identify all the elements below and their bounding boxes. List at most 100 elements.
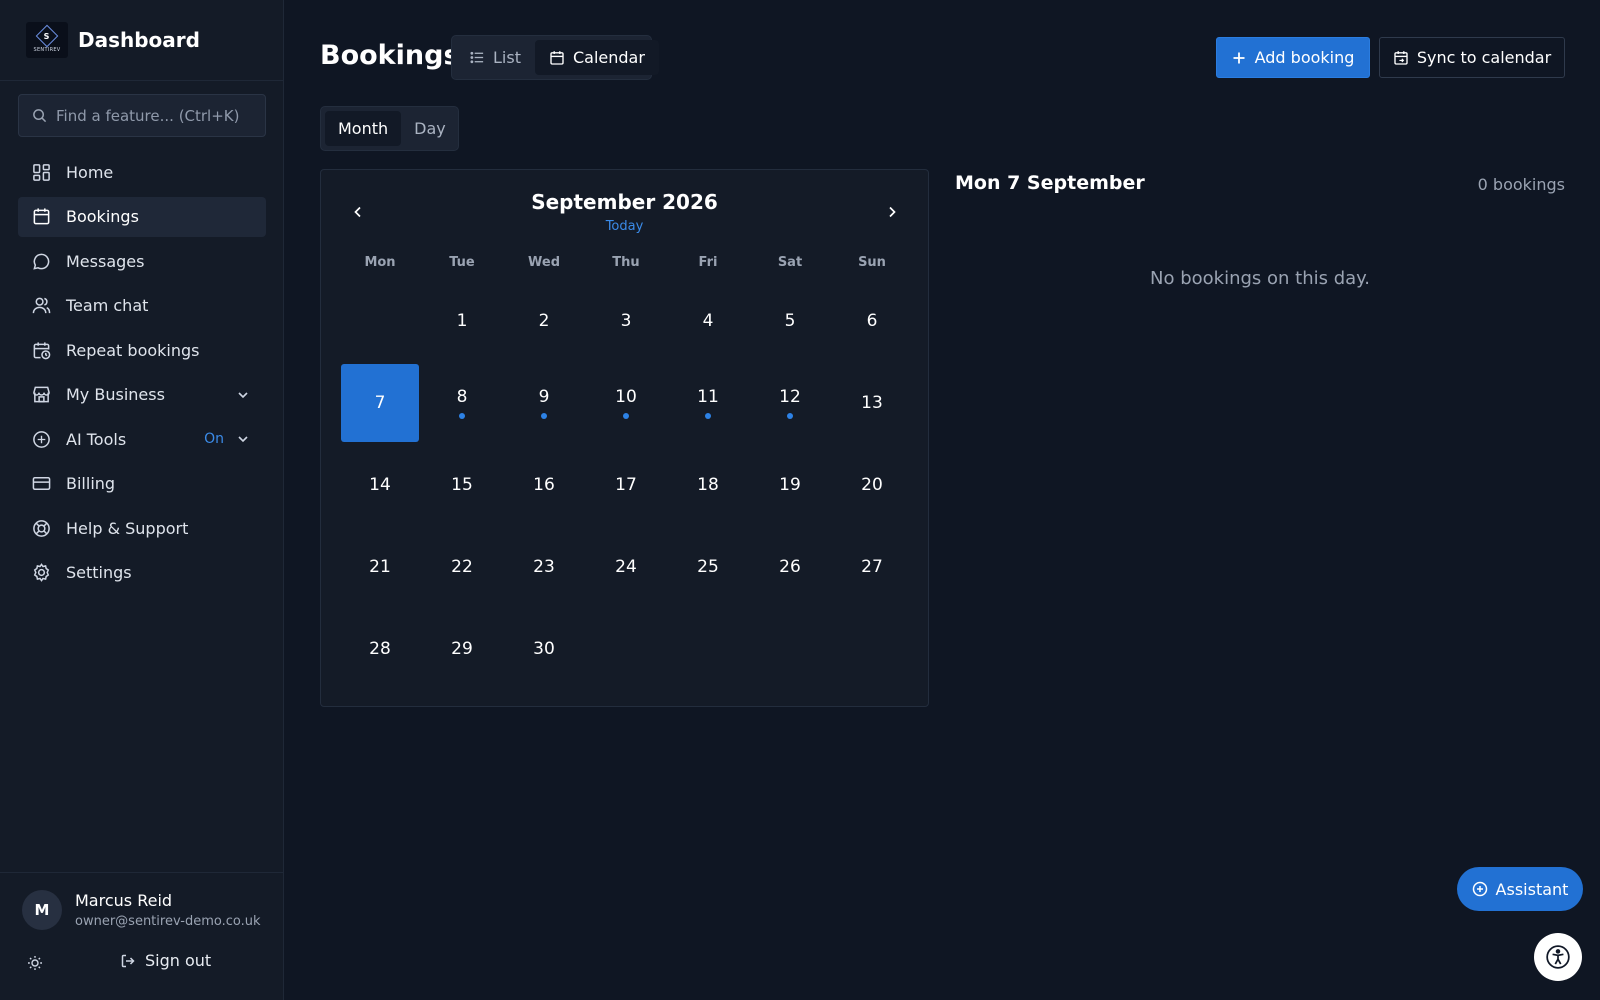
calendar-day[interactable]: 4 bbox=[669, 280, 747, 362]
sidebar-item-label: Settings bbox=[66, 563, 132, 582]
calendar-day[interactable]: 27 bbox=[833, 526, 911, 608]
day-button[interactable]: Day bbox=[401, 111, 459, 146]
calendar-day[interactable]: 23 bbox=[505, 526, 583, 608]
booking-indicator-dot bbox=[705, 413, 711, 419]
sign-out-icon bbox=[121, 954, 135, 967]
chevron-down-icon[interactable] bbox=[236, 432, 252, 446]
booking-indicator-dot bbox=[623, 413, 629, 419]
sign-out-label: Sign out bbox=[145, 951, 212, 970]
weekday-label: Mon bbox=[364, 255, 396, 270]
sidebar-item-messages[interactable]: Messages bbox=[18, 241, 266, 281]
sidebar-item-settings[interactable]: Settings bbox=[18, 553, 266, 593]
sync-to-calendar-button[interactable]: Sync to calendar bbox=[1379, 37, 1565, 78]
assistant-icon bbox=[1472, 881, 1487, 897]
day-number: 20 bbox=[861, 475, 883, 495]
calendar-day[interactable]: 9 bbox=[505, 362, 583, 444]
sidebar-item-team-chat[interactable]: Team chat bbox=[18, 286, 266, 326]
booking-indicator-dot bbox=[541, 413, 547, 419]
day-number: 11 bbox=[697, 387, 719, 407]
calendar-day[interactable]: 13 bbox=[833, 362, 911, 444]
calendar-day[interactable]: 5 bbox=[751, 280, 829, 362]
calendar-day[interactable]: 8 bbox=[423, 362, 501, 444]
day-number: 12 bbox=[779, 387, 801, 407]
theme-toggle-button[interactable] bbox=[24, 952, 46, 974]
gear-icon bbox=[31, 563, 51, 583]
calendar-icon bbox=[31, 207, 51, 227]
calendar-day[interactable]: 2 bbox=[505, 280, 583, 362]
sidebar-item-repeat-bookings[interactable]: Repeat bookings bbox=[18, 330, 266, 370]
calendar-day[interactable]: 19 bbox=[751, 444, 829, 526]
sidebar-item-label: Help & Support bbox=[66, 518, 189, 538]
calendar-day[interactable]: 10 bbox=[587, 362, 665, 444]
month-button[interactable]: Month bbox=[325, 111, 402, 146]
day-number: 9 bbox=[538, 387, 550, 407]
ai-tools-status-badge: On bbox=[204, 431, 224, 447]
avatar[interactable]: M bbox=[22, 890, 62, 930]
sidebar-item-home[interactable]: Home bbox=[18, 152, 266, 192]
assistant-button[interactable]: Assistant bbox=[1457, 867, 1583, 911]
calendar-day[interactable]: 29 bbox=[423, 608, 501, 690]
calendar-day[interactable]: 15 bbox=[423, 444, 501, 526]
calendar-day[interactable]: 16 bbox=[505, 444, 583, 526]
calendar-day[interactable]: 14 bbox=[341, 444, 419, 526]
app-title[interactable]: Dashboard bbox=[78, 28, 200, 52]
calendar-view-button[interactable]: Calendar bbox=[534, 40, 659, 75]
accessibility-button[interactable] bbox=[1534, 933, 1582, 981]
next-month-button[interactable] bbox=[880, 200, 904, 224]
calendar-day[interactable]: 17 bbox=[587, 444, 665, 526]
day-number: 6 bbox=[866, 311, 878, 331]
day-number: 29 bbox=[451, 639, 473, 659]
calendar-day[interactable]: 20 bbox=[833, 444, 911, 526]
calendar-day[interactable]: 1 bbox=[423, 280, 501, 362]
sidebar-item-label: Repeat bookings bbox=[66, 340, 200, 360]
page-title: Bookings bbox=[320, 40, 460, 71]
calendar-day[interactable]: 12 bbox=[751, 362, 829, 444]
list-view-button[interactable]: List bbox=[456, 40, 535, 75]
calendar-day-empty bbox=[587, 608, 665, 690]
day-number: 28 bbox=[369, 639, 391, 659]
calendar-day-empty bbox=[669, 608, 747, 690]
sidebar-item-label: AI Tools bbox=[66, 429, 127, 449]
calendar-day[interactable]: 24 bbox=[587, 526, 665, 608]
search-input[interactable] bbox=[56, 106, 256, 125]
calendar-day[interactable]: 11 bbox=[669, 362, 747, 444]
sidebar-item-label: Messages bbox=[66, 251, 145, 271]
calendar-day[interactable]: 25 bbox=[669, 526, 747, 608]
sidebar-item-help-support[interactable]: Help & Support bbox=[18, 508, 266, 548]
sun-icon bbox=[28, 956, 42, 970]
calendar-day[interactable]: 28 bbox=[341, 608, 419, 690]
calendar-day[interactable]: 30 bbox=[505, 608, 583, 690]
today-link[interactable]: Today bbox=[321, 219, 928, 234]
message-icon bbox=[31, 251, 51, 271]
search-icon bbox=[33, 109, 47, 123]
feature-search[interactable] bbox=[18, 94, 266, 137]
calendar-icon bbox=[550, 50, 564, 65]
list-icon bbox=[470, 51, 484, 64]
add-booking-button[interactable]: Add booking bbox=[1216, 37, 1370, 78]
calendar-day[interactable]: 21 bbox=[341, 526, 419, 608]
sign-out-button[interactable]: Sign out bbox=[120, 951, 211, 970]
calendar-day[interactable]: 22 bbox=[423, 526, 501, 608]
day-number: 7 bbox=[374, 393, 386, 413]
calendar-day[interactable]: 26 bbox=[751, 526, 829, 608]
day-number: 30 bbox=[533, 639, 555, 659]
sidebar-item-billing[interactable]: Billing bbox=[18, 464, 266, 504]
weekday-label: Sat bbox=[777, 255, 803, 270]
sidebar-nav: Home Bookings Messages Team chat Repeat … bbox=[18, 152, 266, 597]
calendar-day[interactable]: 7 bbox=[341, 364, 419, 442]
sidebar-item-bookings[interactable]: Bookings bbox=[18, 196, 266, 237]
chevron-down-icon[interactable] bbox=[236, 388, 252, 402]
accessibility-icon bbox=[1546, 945, 1570, 969]
weekday-label: Wed bbox=[528, 255, 560, 270]
store-icon bbox=[31, 385, 51, 405]
day-number: 19 bbox=[779, 475, 801, 495]
sidebar-item-my-business[interactable]: My Business bbox=[18, 375, 266, 415]
card-icon bbox=[31, 474, 51, 494]
calendar-day[interactable]: 6 bbox=[833, 280, 911, 362]
calendar-day[interactable]: 3 bbox=[587, 280, 665, 362]
chevron-right-icon bbox=[889, 206, 896, 218]
calendar-day[interactable]: 18 bbox=[669, 444, 747, 526]
user-email: owner@sentirev-demo.co.uk bbox=[75, 914, 261, 929]
day-number: 13 bbox=[861, 393, 883, 413]
sidebar-item-ai-tools[interactable]: AI Tools On bbox=[18, 419, 266, 459]
